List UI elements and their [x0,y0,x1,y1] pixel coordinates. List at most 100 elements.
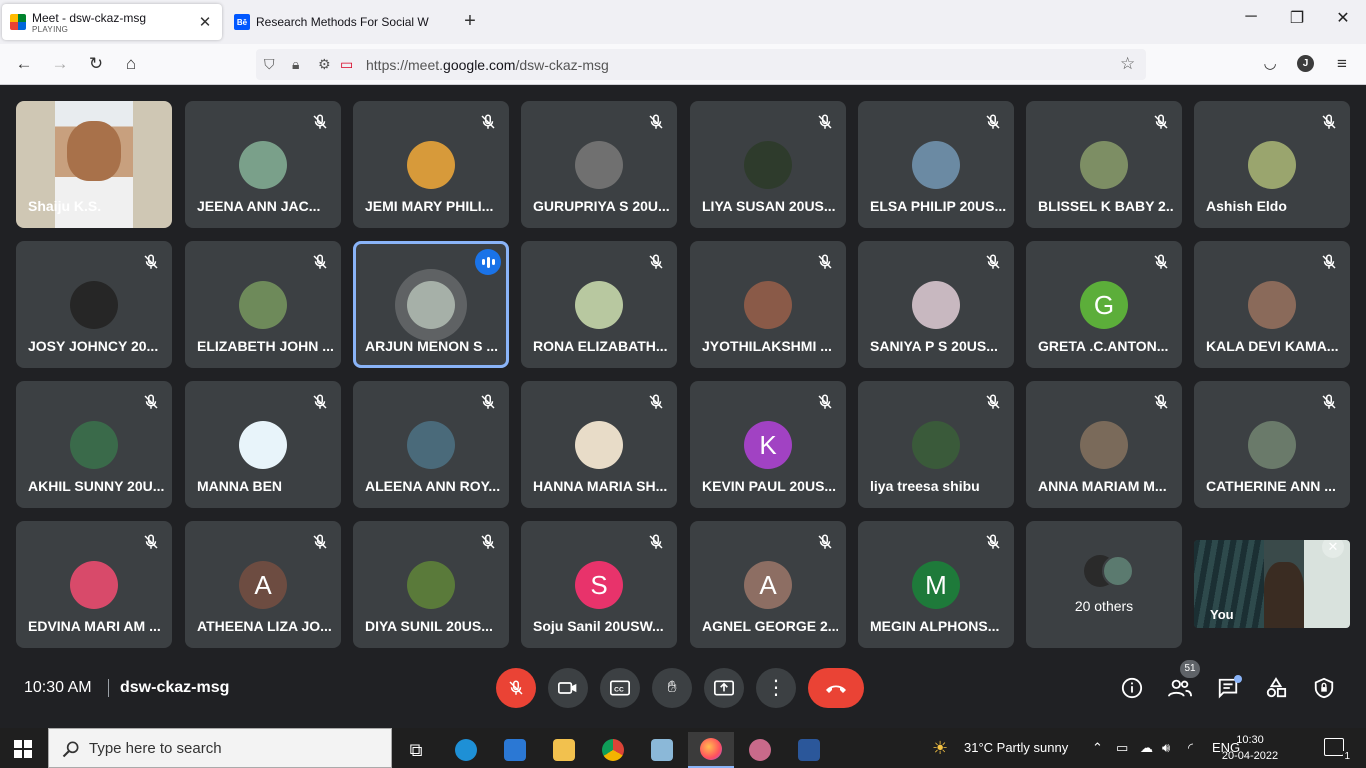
participant-tile[interactable]: ANNA MARIAM M... [1026,381,1182,508]
participant-face [67,121,121,181]
meeting-details-button[interactable] [1120,676,1144,700]
permissions-icon[interactable]: ⚙ [318,56,331,73]
participant-tile[interactable]: A ATHEENA LIZA JO... [185,521,341,648]
participant-tile[interactable]: ELSA PHILIP 20US... [858,101,1014,228]
chevron-up-icon[interactable]: ⌃ [1092,740,1103,756]
activities-button[interactable] [1264,676,1288,700]
participant-name: GURUPRIYA S 20U... [533,198,669,214]
firefox-icon[interactable] [688,732,734,768]
cloud-icon[interactable]: ☁︎ [1140,740,1153,756]
restore-icon[interactable]: ❐ [1277,8,1317,28]
participant-tile[interactable]: CATHERINE ANN ... [1194,381,1350,508]
participant-tile[interactable]: JOSY JOHNCY 20... [16,241,172,368]
participant-name: JOSY JOHNCY 20... [28,338,159,354]
mic-off-icon [647,393,665,411]
mic-toggle-button[interactable] [496,668,536,708]
edge-icon[interactable] [443,732,489,768]
windows-start-icon[interactable] [14,740,32,758]
participant-tile[interactable]: LIYA SUSAN 20US... [690,101,846,228]
system-clock[interactable]: 10:30 20-04-2022 [1218,732,1282,764]
participant-tile[interactable]: A AGNEL GEORGE 2... [690,521,846,648]
participant-tile[interactable]: MANNA BEN [185,381,341,508]
present-button[interactable] [704,668,744,708]
volume-icon[interactable]: 🔊︎ [1162,740,1170,756]
tab-meet[interactable]: Meet - dsw-ckaz-msg PLAYING ✕ [2,4,222,40]
participant-tile[interactable]: RONA ELIZABATH... [521,241,677,368]
url-bar[interactable]: ⛉ 🔒︎ ⚙ ▭ https://meet.google.com/dsw-cka… [256,49,1146,80]
mic-off-icon [647,253,665,271]
task-view-icon[interactable]: ⧉ [393,732,439,768]
participant-tile[interactable]: K KEVIN PAUL 20US... [690,381,846,508]
forward-icon[interactable]: → [48,54,72,74]
chat-unread-dot [1234,675,1242,683]
shield-icon[interactable]: ⛉ [264,56,275,73]
app-icon[interactable] [737,732,783,768]
participant-tile[interactable]: ELIZABETH JOHN ... [185,241,341,368]
participant-tile[interactable]: ARJUN MENON S ... [353,241,509,368]
mic-off-icon [479,533,497,551]
close-tab-icon[interactable]: ✕ [196,13,214,31]
battery-icon[interactable]: ▭ [1116,740,1128,756]
back-icon[interactable]: ← [12,54,36,74]
weather-text[interactable]: 31°C Partly sunny [964,740,1068,755]
pocket-icon[interactable]: ◡ [1258,54,1282,74]
file-explorer-icon[interactable] [541,732,587,768]
url-text[interactable]: https://meet.google.com/dsw-ckaz-msg [366,57,609,73]
tab-research-methods[interactable]: Bē Research Methods For Social W [226,4,454,40]
camera-sharing-icon[interactable]: ▭ [340,56,353,73]
participant-tile[interactable]: BLISSEL K BABY 2... [1026,101,1182,228]
participant-tile[interactable]: GURUPRIYA S 20U... [521,101,677,228]
participant-tile[interactable]: G GRETA .C.ANTON... [1026,241,1182,368]
app-icon[interactable] [639,732,685,768]
home-icon[interactable]: ⌂ [119,54,143,74]
participant-tile[interactable]: SANIYA P S 20US... [858,241,1014,368]
word-icon[interactable] [786,732,832,768]
participant-tile[interactable]: HANNA MARIA SH... [521,381,677,508]
camera-toggle-button[interactable] [548,668,588,708]
mic-off-icon [647,533,665,551]
participant-tile[interactable]: EDVINA MARI AM ... [16,521,172,648]
participant-tile[interactable]: Ashish Eldo [1194,101,1350,228]
participant-tile[interactable]: JYOTHILAKSHMI ... [690,241,846,368]
participant-tile[interactable]: DIYA SUNIL 20US... [353,521,509,648]
participant-tile[interactable]: liya treesa shibu [858,381,1014,508]
avatar [1080,421,1128,469]
avatar [744,141,792,189]
reload-icon[interactable]: ↻ [84,54,108,74]
store-icon[interactable] [492,732,538,768]
participant-tile[interactable]: JEENA ANN JAC... [185,101,341,228]
participant-name: ARJUN MENON S ... [365,338,499,354]
raise-hand-button[interactable]: ✋︎ [652,668,692,708]
mic-off-icon [479,393,497,411]
search-icon [62,741,79,758]
avatar [575,421,623,469]
participant-name: JEMI MARY PHILI... [365,198,494,214]
minimize-icon[interactable]: ─ [1231,8,1271,26]
taskbar-search-input[interactable]: Type here to search [48,728,392,768]
leave-call-button[interactable] [808,668,864,708]
close-window-icon[interactable]: ✕ [1323,8,1363,28]
participant-tile[interactable]: AKHIL SUNNY 20U... [16,381,172,508]
more-options-button[interactable]: ⋮ [756,668,796,708]
others-tile[interactable]: 20 others [1026,521,1182,648]
notifications-icon[interactable]: 1 [1324,738,1351,762]
new-tab-button[interactable]: + [458,10,482,33]
participant-tile[interactable]: M MEGIN ALPHONS... [858,521,1014,648]
people-count-badge: 51 [1180,660,1200,678]
menu-icon[interactable]: ≡ [1330,54,1354,74]
participant-tile[interactable]: JEMI MARY PHILI... [353,101,509,228]
participant-tile[interactable]: ALEENA ANN ROY... [353,381,509,508]
captions-button[interactable]: CC [600,668,640,708]
host-controls-button[interactable] [1312,676,1336,700]
bookmark-star-icon[interactable]: ☆ [1120,54,1135,74]
weather-icon[interactable]: ☀︎ [932,738,948,759]
people-button[interactable] [1168,676,1192,700]
account-avatar[interactable]: J [1297,55,1314,72]
participant-tile[interactable]: Shaiju K.S. [16,101,172,228]
participant-tile[interactable]: S Soju Sanil 20USW... [521,521,677,648]
participant-tile[interactable]: KALA DEVI KAMA... [1194,241,1350,368]
network-icon[interactable]: ◜ [1188,740,1193,756]
self-view-tile[interactable]: You ✕ [1194,540,1350,628]
chrome-icon[interactable] [590,732,636,768]
lock-icon[interactable]: 🔒︎ [292,56,299,73]
